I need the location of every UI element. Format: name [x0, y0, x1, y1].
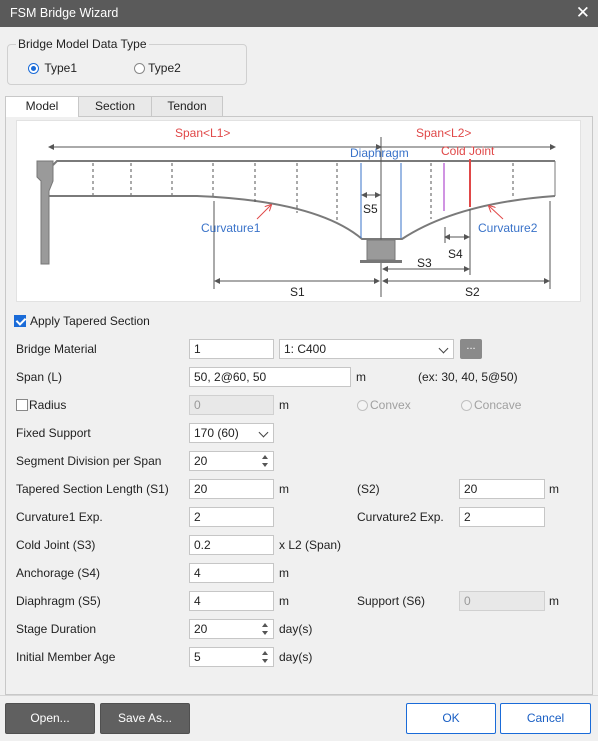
radius-unit: m: [279, 398, 289, 412]
radius-label: Radius: [29, 398, 67, 412]
fixed-support-label: Fixed Support: [16, 426, 91, 440]
footer-divider: [0, 695, 598, 696]
tapered-length-label: Tapered Section Length (S1): [16, 482, 169, 496]
curvature1-label: Curvature1: [201, 221, 261, 235]
stepper-down-icon[interactable]: [262, 659, 268, 663]
chevron-down-icon: [438, 343, 449, 354]
apply-tapered-label: Apply Tapered Section: [30, 314, 150, 328]
stepper-up-icon[interactable]: [262, 623, 268, 627]
tapered-s2-label: (S2): [357, 482, 380, 496]
tapered-s2-input[interactable]: 20: [459, 479, 545, 499]
radio-type2[interactable]: Type2: [134, 61, 181, 75]
stepper-up-icon[interactable]: [262, 651, 268, 655]
radio-convex-label: Convex: [370, 398, 411, 412]
stepper-down-icon[interactable]: [262, 631, 268, 635]
save-as-button[interactable]: Save As...: [100, 703, 190, 734]
radio-concave[interactable]: [461, 400, 472, 411]
diaphragm-field-label: Diaphragm (S5): [16, 594, 101, 608]
initial-age-label: Initial Member Age: [16, 650, 116, 664]
diaphragm-label: Diaphragm: [350, 146, 409, 160]
curvature2-label: Curvature2: [478, 221, 538, 235]
cancel-button[interactable]: Cancel: [500, 703, 591, 734]
segment-division-stepper[interactable]: 20: [189, 451, 274, 471]
anchorage-input[interactable]: 4: [189, 563, 274, 583]
cold-joint-input[interactable]: 0.2: [189, 535, 274, 555]
span-l2-label: Span<L2>: [416, 126, 472, 140]
s1-label: S1: [290, 285, 305, 299]
span-example: (ex: 30, 40, 5@50): [418, 370, 518, 384]
diaphragm-input[interactable]: 4: [189, 591, 274, 611]
tab-section[interactable]: Section: [78, 96, 152, 116]
stepper-arrows[interactable]: [262, 622, 270, 636]
stepper-down-icon[interactable]: [262, 463, 268, 467]
data-type-legend: Bridge Model Data Type: [16, 37, 149, 51]
bridge-material-select-value: 1: C400: [284, 342, 327, 356]
cold-joint-field-label: Cold Joint (S3): [16, 538, 96, 552]
tab-tendon[interactable]: Tendon: [151, 96, 223, 116]
tapered-s1-unit: m: [279, 482, 289, 496]
anchorage-unit: m: [279, 566, 289, 580]
bridge-diagram-svg: [36, 137, 556, 297]
tapered-s2-unit: m: [549, 482, 559, 496]
support-s6-label: Support (S6): [357, 594, 426, 608]
segment-division-value: 20: [194, 454, 208, 468]
material-more-button[interactable]: ...: [460, 339, 482, 359]
s2-label: S2: [465, 285, 480, 299]
tapered-s1-input[interactable]: 20: [189, 479, 274, 499]
curvature2-exp-input[interactable]: 2: [459, 507, 545, 527]
radio-convex[interactable]: [357, 400, 368, 411]
bridge-diagram: Span<L1> Span<L2> Diaphragm Cold Joint S…: [16, 120, 581, 302]
initial-age-unit: day(s): [279, 650, 313, 664]
tab-model[interactable]: Model: [5, 96, 79, 117]
initial-age-value: 5: [194, 650, 201, 664]
curvature1-exp-label: Curvature1 Exp.: [16, 510, 103, 524]
span-input[interactable]: 50, 2@60, 50: [189, 367, 351, 387]
close-icon[interactable]: ✕: [576, 3, 590, 23]
radio-type1-indicator[interactable]: [28, 63, 39, 75]
ok-button[interactable]: OK: [406, 703, 496, 734]
initial-age-stepper[interactable]: 5: [189, 647, 274, 667]
support-s6-input[interactable]: 0: [459, 591, 545, 611]
bridge-material-id-input[interactable]: 1: [189, 339, 274, 359]
fixed-support-select-value: 170 (60): [194, 426, 239, 440]
radio-concave-label: Concave: [474, 398, 522, 412]
stepper-up-icon[interactable]: [262, 455, 268, 459]
span-label: Span (L): [16, 370, 63, 384]
curvature1-exp-input[interactable]: 2: [189, 507, 274, 527]
cold-joint-label: Cold Joint: [441, 144, 495, 158]
span-unit: m: [356, 370, 366, 384]
support-s6-unit: m: [549, 594, 559, 608]
radio-type2-indicator[interactable]: [134, 63, 145, 75]
radius-checkbox[interactable]: [16, 399, 28, 411]
curvature2-exp-label: Curvature2 Exp.: [357, 510, 444, 524]
radio-type1[interactable]: Type1: [28, 61, 77, 75]
anchorage-label: Anchorage (S4): [16, 566, 101, 580]
title-bar: FSM Bridge Wizard ✕: [0, 0, 598, 27]
fixed-support-select[interactable]: 170 (60): [189, 423, 274, 443]
stage-duration-label: Stage Duration: [16, 622, 97, 636]
bridge-material-select[interactable]: 1: C400: [279, 339, 454, 359]
radio-type2-label: Type2: [148, 61, 181, 75]
segment-division-label: Segment Division per Span: [16, 454, 162, 468]
span-l1-label: Span<L1>: [175, 126, 231, 140]
stage-duration-value: 20: [194, 622, 208, 636]
chevron-down-icon: [258, 427, 269, 438]
diaphragm-unit: m: [279, 594, 289, 608]
apply-tapered-checkbox[interactable]: [14, 315, 26, 327]
bridge-material-label: Bridge Material: [16, 342, 97, 356]
stepper-arrows[interactable]: [262, 454, 270, 468]
cold-joint-unit: x L2 (Span): [279, 538, 342, 552]
window-title: FSM Bridge Wizard: [10, 6, 119, 20]
radius-input[interactable]: 0: [189, 395, 274, 415]
radio-type1-label: Type1: [44, 61, 78, 75]
open-button[interactable]: Open...: [5, 703, 95, 734]
data-type-group: Bridge Model Data Type Type1 Type2: [7, 37, 247, 85]
stepper-arrows[interactable]: [262, 650, 270, 664]
stage-duration-stepper[interactable]: 20: [189, 619, 274, 639]
s4-label: S4: [448, 247, 463, 261]
s3-label: S3: [417, 256, 432, 270]
stage-duration-unit: day(s): [279, 622, 313, 636]
s5-label: S5: [363, 202, 378, 216]
